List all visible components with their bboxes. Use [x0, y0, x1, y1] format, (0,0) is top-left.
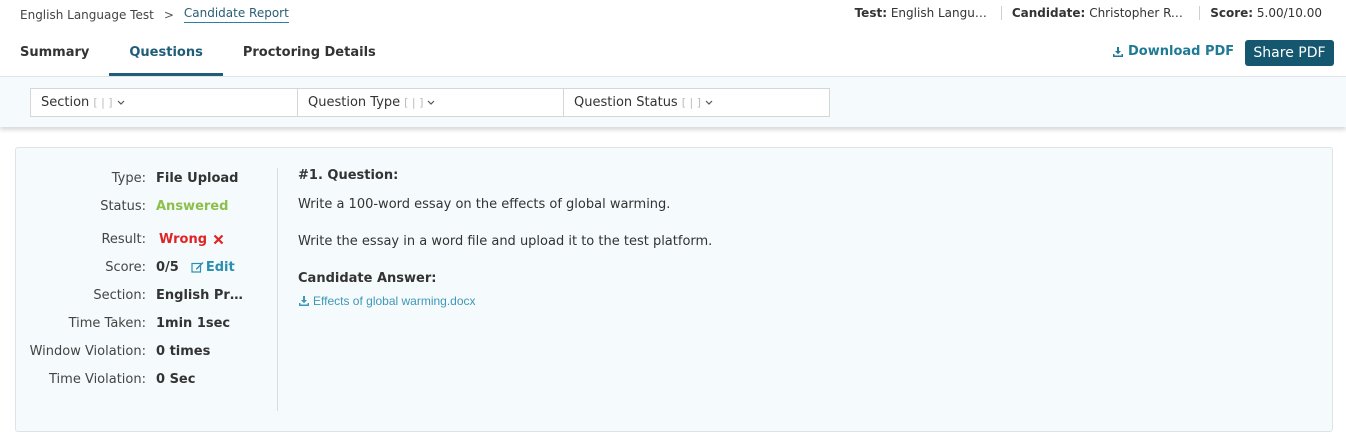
- question-details: Type: File Upload Status: Answered Resul…: [16, 168, 278, 411]
- score-label: Score:: [1210, 6, 1254, 20]
- test-label: Test:: [854, 6, 888, 20]
- tab-questions[interactable]: Questions: [109, 34, 223, 76]
- section-filter[interactable]: Section [ | ]: [31, 89, 297, 116]
- question-score-value: 0/5: [156, 259, 179, 275]
- section-value: English Prof...: [156, 287, 251, 303]
- share-pdf-button[interactable]: Share PDF: [1245, 40, 1334, 66]
- candidate-value: Christopher Ree...: [1089, 6, 1190, 20]
- test-info: Test: English Languag...: [845, 6, 1001, 20]
- question-status-filter[interactable]: Question Status [ | ]: [563, 89, 829, 116]
- question-status-filter-label: Question Status: [574, 95, 678, 110]
- score-row: Score: 0/5 Edit: [16, 257, 277, 277]
- window-violation-label: Window Violation:: [29, 343, 146, 359]
- candidate-answer-title: Candidate Answer:: [298, 271, 437, 286]
- time-taken-label: Time Taken:: [68, 315, 146, 331]
- question-status-filter-count: [ | ]: [681, 96, 701, 109]
- answer-file-name: Effects of global warming.docx: [313, 294, 476, 308]
- candidate-info: Candidate: Christopher Ree...: [1000, 6, 1199, 20]
- result-text: Wrong: [159, 231, 208, 247]
- download-pdf-label: Download PDF: [1128, 44, 1235, 59]
- time-violation-value: 0 Sec: [156, 371, 196, 387]
- edit-label: Edit: [205, 259, 235, 275]
- question-content: #1. Question: Write a 100-word essay on …: [298, 168, 1312, 308]
- question-type-filter[interactable]: Question Type [ | ]: [297, 89, 563, 116]
- question-type-filter-count: [ | ]: [404, 96, 424, 109]
- window-violation-value: 0 times: [156, 343, 211, 359]
- close-icon: [213, 234, 224, 245]
- answer-file-link[interactable]: Effects of global warming.docx: [298, 294, 1312, 308]
- score-value: 5.00/10.00: [1256, 6, 1322, 20]
- report-tabs: Summary Questions Proctoring Details: [0, 34, 396, 76]
- download-pdf-button[interactable]: Download PDF: [1112, 44, 1234, 59]
- breadcrumb: English Language Test > Candidate Report: [20, 6, 289, 23]
- section-filter-label: Section: [41, 95, 90, 110]
- time-violation-label: Time Violation:: [49, 371, 146, 387]
- question-card: Type: File Upload Status: Answered Resul…: [15, 147, 1333, 432]
- download-icon: [1112, 46, 1124, 58]
- test-value: English Languag...: [890, 6, 991, 20]
- score-info: Score: 5.00/10.00: [1199, 6, 1332, 20]
- time-taken-row: Time Taken: 1min 1sec: [16, 313, 277, 333]
- chevron-down-icon: [117, 100, 125, 106]
- question-text: Write a 100-word essay on the effects of…: [298, 197, 671, 212]
- filter-group: Section [ | ] Question Type [ | ] Questi…: [30, 88, 830, 117]
- status-value: Answered: [156, 198, 229, 214]
- filter-bar: Section [ | ] Question Type [ | ] Questi…: [0, 77, 1346, 127]
- window-violation-row: Window Violation: 0 times: [16, 341, 277, 361]
- tab-summary[interactable]: Summary: [0, 34, 109, 76]
- report-meta: Test: English Languag... Candidate: Chri…: [845, 6, 1332, 20]
- section-filter-count: [ | ]: [93, 96, 113, 109]
- result-label: Result:: [101, 231, 146, 247]
- question-title: #1. Question:: [298, 168, 399, 183]
- status-label: Status:: [100, 198, 146, 214]
- download-icon: [298, 295, 310, 307]
- chevron-down-icon: [427, 100, 435, 106]
- time-taken-value: 1min 1sec: [156, 315, 231, 331]
- chevron-down-icon: [705, 100, 713, 106]
- breadcrumb-parent[interactable]: English Language Test: [20, 8, 154, 22]
- breadcrumb-separator: >: [163, 7, 174, 22]
- status-row: Status: Answered: [16, 196, 277, 216]
- question-instruction: Write the essay in a word file and uploa…: [298, 234, 713, 249]
- question-type-filter-label: Question Type: [308, 95, 401, 110]
- edit-score-button[interactable]: Edit: [191, 260, 235, 275]
- edit-icon: [191, 261, 204, 273]
- result-value: Wrong: [159, 232, 224, 247]
- type-value: File Upload: [156, 170, 239, 186]
- question-score-label: Score:: [105, 259, 146, 275]
- type-row: Type: File Upload: [16, 168, 277, 188]
- result-row: Result: Wrong: [16, 229, 277, 249]
- type-label: Type:: [111, 170, 146, 186]
- section-row: Section: English Prof...: [16, 285, 277, 305]
- section-label: Section:: [93, 287, 146, 303]
- tab-proctoring-details[interactable]: Proctoring Details: [223, 34, 396, 76]
- breadcrumb-current[interactable]: Candidate Report: [183, 6, 289, 23]
- candidate-label: Candidate:: [1011, 6, 1086, 20]
- time-violation-row: Time Violation: 0 Sec: [16, 369, 277, 389]
